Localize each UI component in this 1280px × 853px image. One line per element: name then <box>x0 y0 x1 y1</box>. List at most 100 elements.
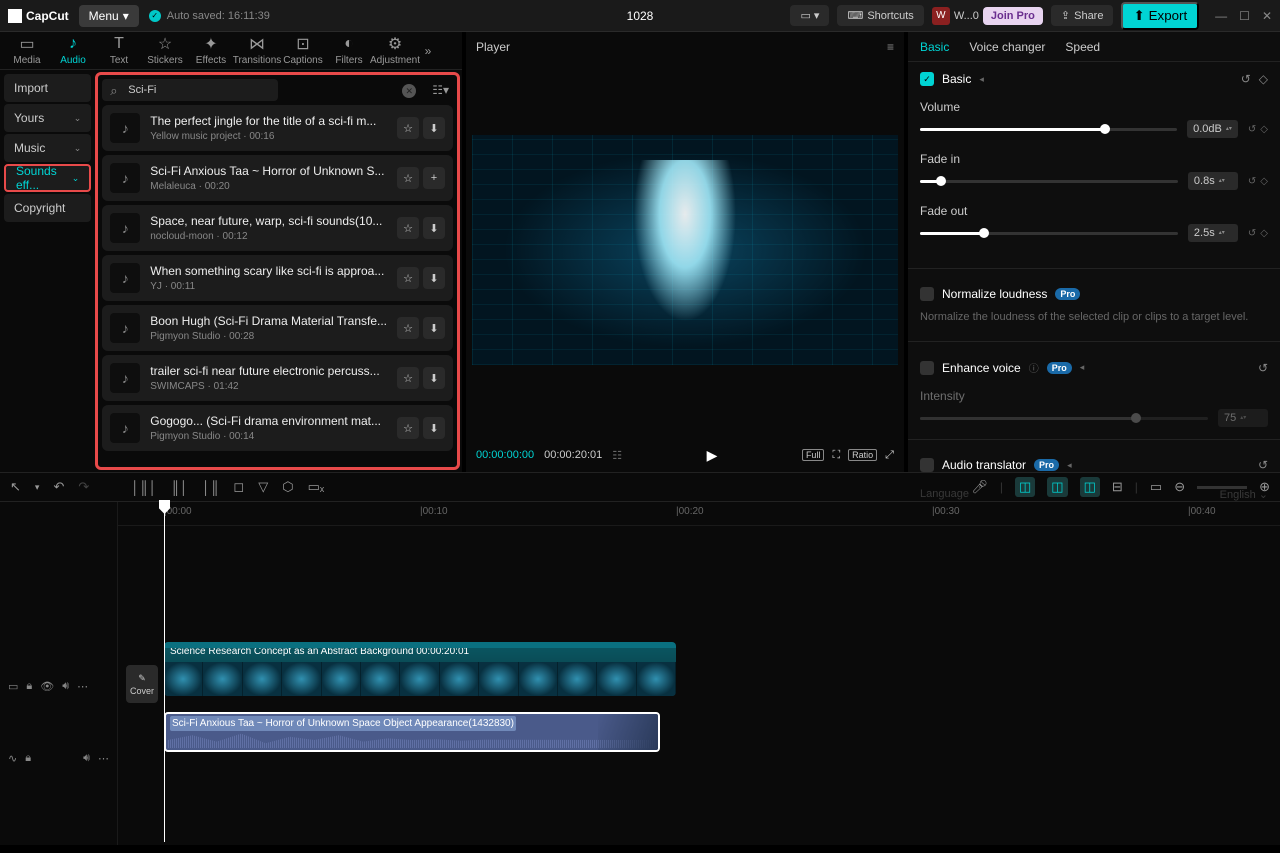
marker-tool[interactable]: ▽ <box>258 479 268 495</box>
shortcuts-button[interactable]: ⌨ Shortcuts <box>837 5 923 26</box>
keyframe-icon[interactable]: ◇ <box>1259 72 1268 86</box>
playhead[interactable] <box>164 502 165 842</box>
reset-icon[interactable]: ↺ <box>1258 458 1268 472</box>
sidebar-sounds-effects[interactable]: Sounds eff...⌄ <box>4 164 91 192</box>
video-clip[interactable]: Science Research Concept as an Abstract … <box>164 642 676 696</box>
more-icon[interactable]: ⋯ <box>98 752 109 765</box>
sound-item[interactable]: ♪Gogogo... (Sci-Fi drama environment mat… <box>102 405 453 451</box>
ratio-badge[interactable]: Ratio <box>848 449 877 461</box>
sound-item[interactable]: ♪When something scary like sci-fi is app… <box>102 255 453 301</box>
join-pro-badge[interactable]: Join Pro <box>983 7 1043 25</box>
info-icon[interactable]: ⓘ <box>1029 360 1039 375</box>
search-input[interactable] <box>102 79 278 101</box>
reset-icon[interactable]: ↺ <box>1248 176 1256 187</box>
sound-item[interactable]: ♪Sci-Fi Anxious Taa ~ Horror of Unknown … <box>102 155 453 201</box>
chevron-icon[interactable]: ◂ <box>1067 460 1072 471</box>
audio-track-icon[interactable]: ∿ <box>8 752 17 765</box>
export-button[interactable]: ⬆ Export <box>1121 2 1199 30</box>
tab-text[interactable]: TText <box>96 33 142 69</box>
enhance-checkbox[interactable] <box>920 361 934 375</box>
favorite-button[interactable]: ☆ <box>397 167 419 189</box>
reset-icon[interactable]: ↺ <box>1258 361 1268 375</box>
filter-icon[interactable]: ☷▾ <box>428 83 453 97</box>
tab-stickers[interactable]: ☆Stickers <box>142 33 188 69</box>
volume-value[interactable]: 0.0dB▴▾ <box>1187 120 1238 138</box>
tab-filters[interactable]: ◐Filters <box>326 33 372 69</box>
favorite-button[interactable]: ☆ <box>397 367 419 389</box>
eye-icon[interactable]: 👁︎ <box>40 680 54 693</box>
player-menu-icon[interactable]: ≡ <box>887 40 894 54</box>
sidebar-yours[interactable]: Yours⌄ <box>4 104 91 132</box>
stepper-icon[interactable]: ▴▾ <box>1219 230 1225 236</box>
fadeout-value[interactable]: 2.5s▴▾ <box>1188 224 1238 242</box>
crop-icon[interactable]: ⛶ <box>832 449 840 462</box>
audio-clip[interactable]: Sci-Fi Anxious Taa ~ Horror of Unknown S… <box>164 712 660 752</box>
tab-captions[interactable]: ⊡Captions <box>280 33 326 69</box>
download-button[interactable]: ⬇ <box>423 417 445 439</box>
download-button[interactable]: ⬇ <box>423 317 445 339</box>
tab-transitions[interactable]: ⋈Transitions <box>234 33 280 69</box>
lock-icon[interactable]: 🔒︎ <box>26 680 32 693</box>
menu-button[interactable]: Menu ▾ <box>79 5 139 27</box>
trim-left-tool[interactable]: ║│ <box>171 480 188 495</box>
undo-button[interactable]: ↶ <box>53 479 64 495</box>
tab-voice-changer[interactable]: Voice changer <box>969 34 1045 60</box>
pointer-tool[interactable]: ↖ <box>10 479 21 495</box>
mute-icon[interactable]: 🔊︎ <box>83 752 90 765</box>
download-button[interactable]: ⬇ <box>423 217 445 239</box>
volume-slider[interactable] <box>920 128 1177 131</box>
normalize-checkbox[interactable] <box>920 287 934 301</box>
fadeout-slider[interactable] <box>920 232 1178 235</box>
full-badge[interactable]: Full <box>802 449 825 461</box>
download-button[interactable]: ⬇ <box>423 367 445 389</box>
maximize-icon[interactable]: ☐ <box>1239 9 1250 23</box>
sidebar-copyright[interactable]: Copyright <box>4 194 91 222</box>
close-icon[interactable]: ✕ <box>1262 9 1272 23</box>
basic-checkbox[interactable]: ✓ <box>920 72 934 86</box>
minimize-icon[interactable]: — <box>1215 9 1227 23</box>
favorite-button[interactable]: ☆ <box>397 117 419 139</box>
favorite-button[interactable]: ☆ <box>397 417 419 439</box>
keyframe-icon[interactable]: ◇ <box>1260 124 1268 135</box>
tab-basic[interactable]: Basic <box>920 34 949 60</box>
track-icon[interactable]: ▭ <box>8 680 18 693</box>
sidebar-music[interactable]: Music⌄ <box>4 134 91 162</box>
keyframe-icon[interactable]: ◇ <box>1260 176 1268 187</box>
sound-item[interactable]: ♪The perfect jingle for the title of a s… <box>102 105 453 151</box>
timecode-options-icon[interactable]: ☷ <box>612 449 622 462</box>
chevron-icon[interactable]: ◂ <box>1080 362 1085 373</box>
sound-item[interactable]: ♪Space, near future, warp, sci-fi sounds… <box>102 205 453 251</box>
more-tabs-icon[interactable]: » <box>418 44 438 58</box>
crop-tool[interactable]: ◻ <box>233 479 244 495</box>
tab-adjustment[interactable]: ⚙Adjustment <box>372 33 418 69</box>
sound-item[interactable]: ♪trailer sci-fi near future electronic p… <box>102 355 453 401</box>
fadein-value[interactable]: 0.8s▴▾ <box>1188 172 1238 190</box>
video-preview[interactable] <box>472 135 898 365</box>
favorite-button[interactable]: ☆ <box>397 317 419 339</box>
stepper-icon[interactable]: ▴▾ <box>1226 126 1232 132</box>
shield-tool[interactable]: ⬡ <box>282 479 293 495</box>
more-icon[interactable]: ⋯ <box>77 680 88 693</box>
play-button[interactable]: ▶ <box>707 447 718 464</box>
layout-button[interactable]: ▭ ▾ <box>790 5 829 26</box>
redo-button[interactable]: ↷ <box>78 479 89 495</box>
reset-icon[interactable]: ↺ <box>1241 72 1251 86</box>
reset-icon[interactable]: ↺ <box>1248 124 1256 135</box>
chevron-icon[interactable]: ◂ <box>979 74 984 85</box>
user-info[interactable]: W W...0 Join Pro <box>932 7 1043 25</box>
tab-effects[interactable]: ✦Effects <box>188 33 234 69</box>
fadein-slider[interactable] <box>920 180 1178 183</box>
tab-media[interactable]: ▭Media <box>4 33 50 69</box>
mute-icon[interactable]: 🔊︎ <box>62 680 69 693</box>
add-button[interactable]: + <box>423 167 445 189</box>
favorite-button[interactable]: ☆ <box>397 217 419 239</box>
project-title[interactable]: 1028 <box>627 9 654 23</box>
clear-search-icon[interactable]: ✕ <box>402 84 416 98</box>
download-button[interactable]: ⬇ <box>423 267 445 289</box>
sidebar-import[interactable]: Import <box>4 74 91 102</box>
sound-item[interactable]: ♪Boon Hugh (Sci-Fi Drama Material Transf… <box>102 305 453 351</box>
favorite-button[interactable]: ☆ <box>397 267 419 289</box>
trim-right-tool[interactable]: │║ <box>202 480 219 495</box>
tool-dropdown[interactable]: ▾ <box>35 482 40 493</box>
stepper-icon[interactable]: ▴▾ <box>1219 178 1225 184</box>
